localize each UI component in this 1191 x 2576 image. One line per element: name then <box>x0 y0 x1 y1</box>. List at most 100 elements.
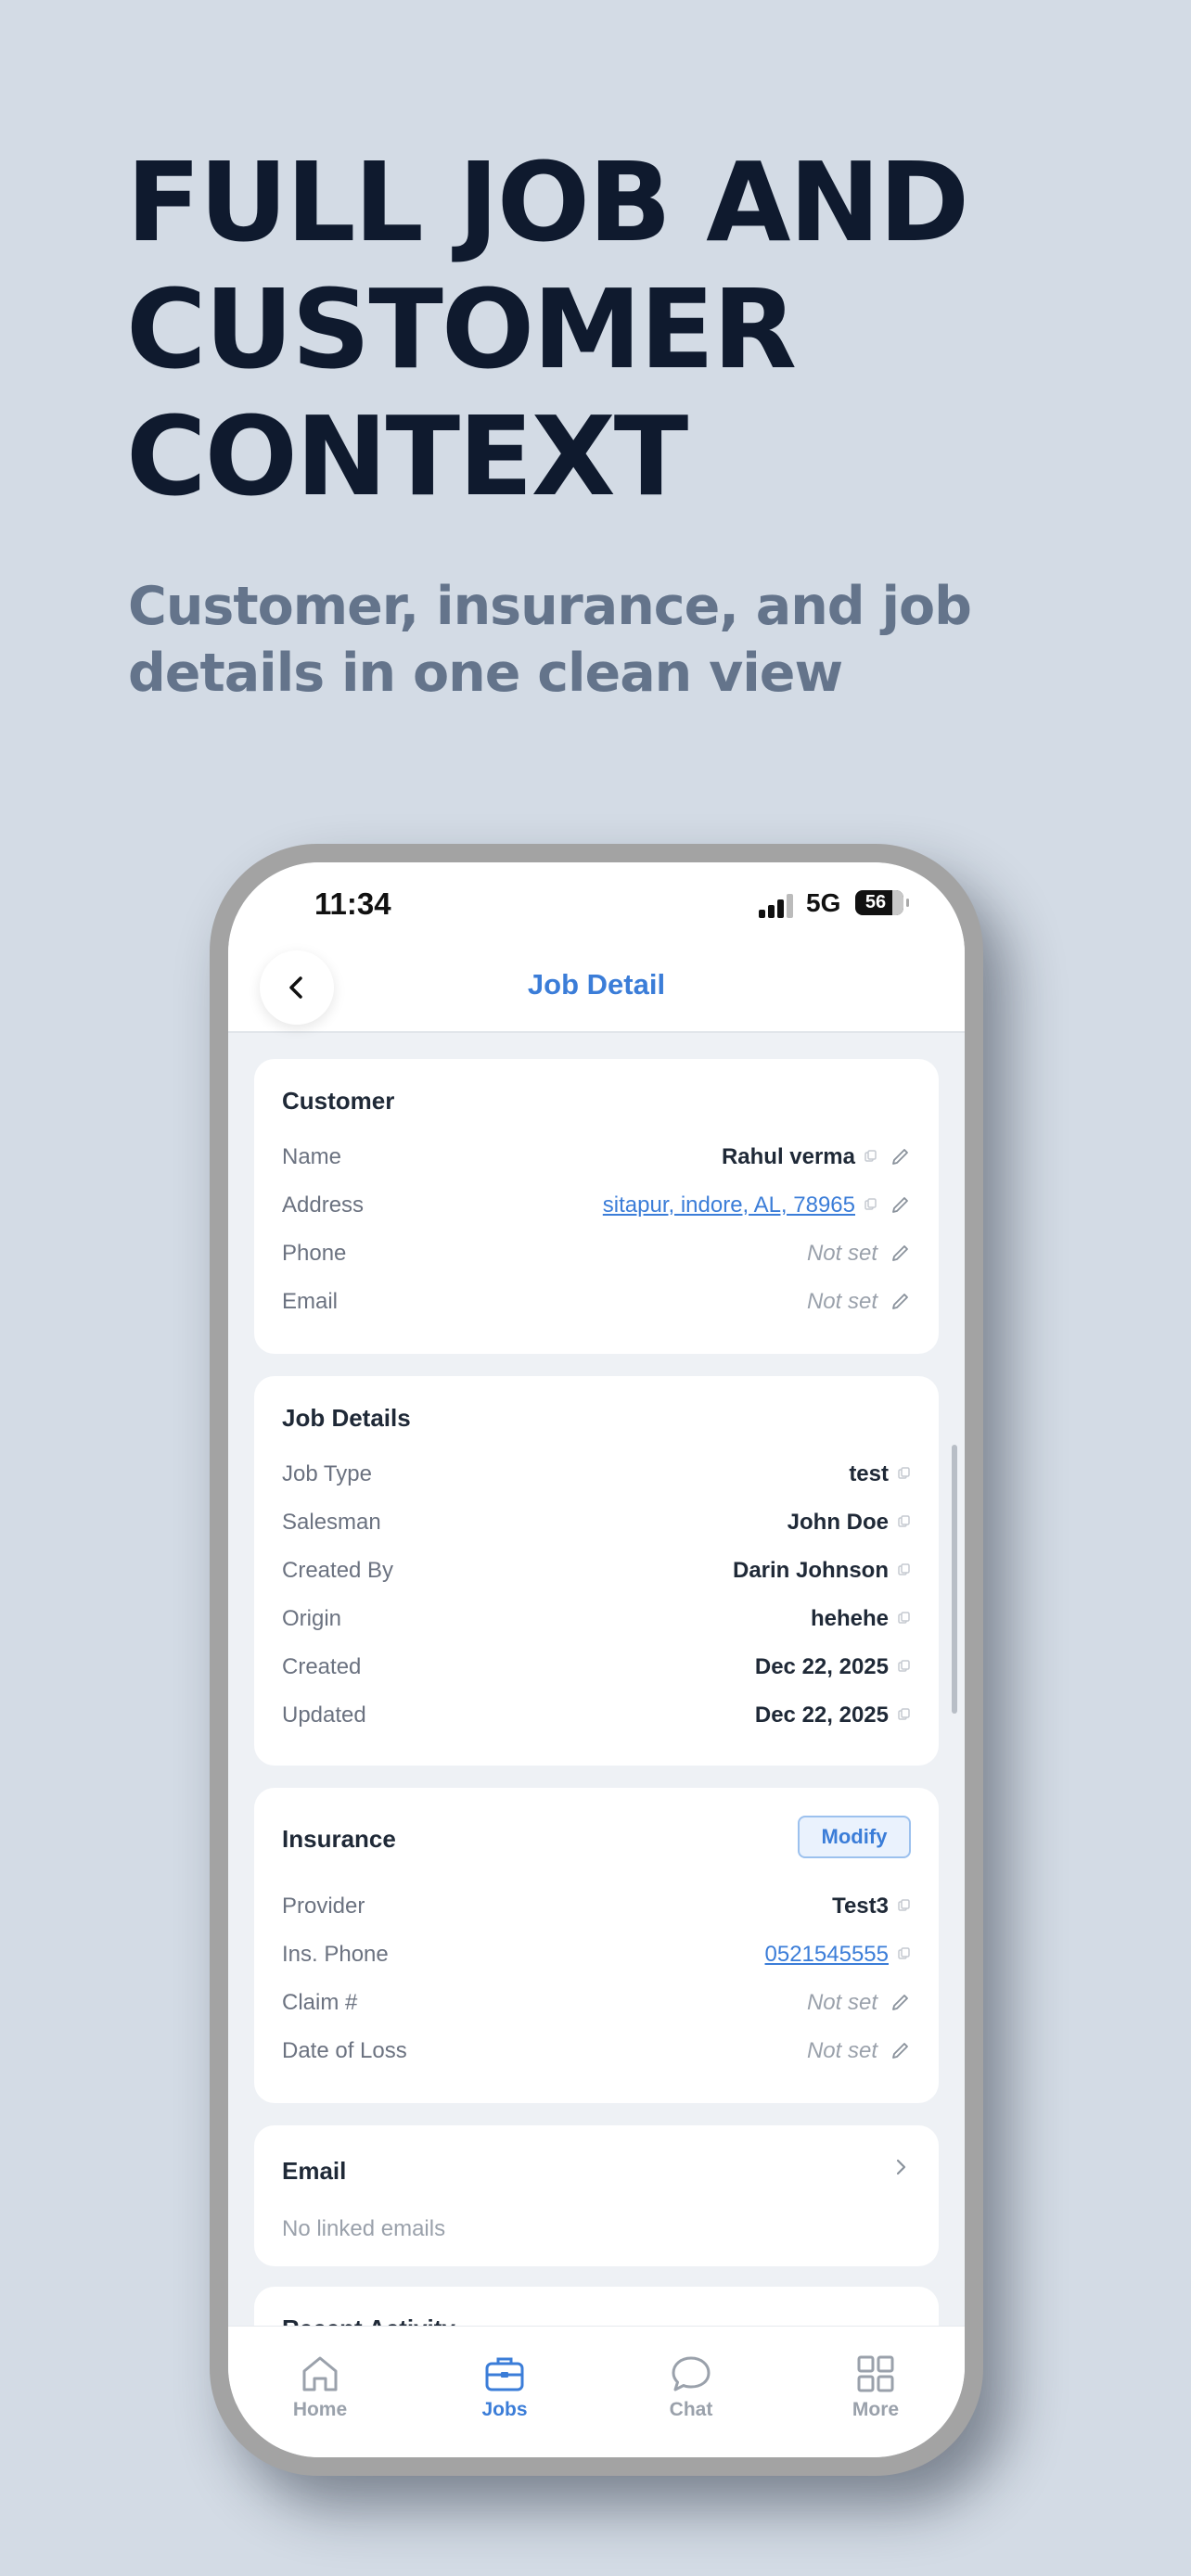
job-row-type: Job Type test <box>282 1456 911 1493</box>
card-title: Email <box>282 2157 347 2185</box>
nav-bar: Job Detail <box>228 946 965 1033</box>
chevron-right-icon <box>896 2159 906 2175</box>
phone-screen: 11:34 5G 56 Job Detail Customer Name Rah… <box>228 862 965 2457</box>
insurance-phone-link[interactable]: 0521545555 <box>765 1942 889 1968</box>
copy-icon[interactable] <box>864 1198 877 1211</box>
row-label: Provider <box>282 1894 365 1919</box>
subhead-line: Customer, insurance, and job <box>128 576 972 637</box>
job-row-created-by: Created By Darin Johnson <box>282 1552 911 1589</box>
card-title: Job Details <box>282 1404 411 1432</box>
grid-icon <box>857 2355 894 2392</box>
row-label: Origin <box>282 1606 342 1631</box>
scrollbar[interactable] <box>952 1445 957 1714</box>
row-value: Darin Johnson <box>732 1558 889 1583</box>
copy-icon[interactable] <box>864 1150 877 1163</box>
job-row-origin: Origin hehehe <box>282 1600 911 1638</box>
copy-icon[interactable] <box>898 1660 911 1673</box>
row-label: Ins. Phone <box>282 1942 389 1967</box>
address-link[interactable]: sitapur, indore, AL, 78965 <box>603 1192 855 1218</box>
row-label: Phone <box>282 1241 347 1266</box>
marketing-headline: FULL JOB AND CUSTOMER CONTEXT <box>126 139 1146 520</box>
phone-frame: 11:34 5G 56 Job Detail Customer Name Rah… <box>210 844 983 2476</box>
insurance-row-provider: Provider Test3 <box>282 1888 911 1925</box>
row-value: Dec 22, 2025 <box>754 1702 889 1728</box>
tab-label: Chat <box>669 2399 713 2420</box>
row-label: Updated <box>282 1702 366 1728</box>
network-type: 5G <box>806 888 841 917</box>
row-value: Not set <box>806 1990 877 2015</box>
empty-state-text: No linked emails <box>282 2216 446 2241</box>
row-label: Created By <box>282 1558 394 1583</box>
briefcase-icon <box>485 2357 524 2391</box>
email-card[interactable]: Email No linked emails <box>254 2125 939 2266</box>
tab-home[interactable]: Home <box>264 2353 376 2421</box>
copy-icon[interactable] <box>898 1708 911 1721</box>
status-time: 11:34 <box>314 886 391 921</box>
tab-chat[interactable]: Chat <box>635 2353 747 2421</box>
copy-icon[interactable] <box>898 1612 911 1625</box>
home-icon <box>302 2356 338 2391</box>
insurance-row-claim: Claim # Not set <box>282 1984 911 2021</box>
row-value: Test3 <box>832 1894 889 1919</box>
copy-icon[interactable] <box>898 1947 911 1960</box>
row-value: hehehe <box>810 1606 889 1631</box>
row-label: Address <box>282 1192 365 1218</box>
row-value: Rahul verma <box>721 1144 855 1169</box>
job-details-card: Job Details Job Type test Salesman John … <box>254 1376 939 1766</box>
tab-jobs[interactable]: Jobs <box>449 2353 560 2421</box>
status-bar: 11:34 5G 56 <box>228 862 965 946</box>
headline-line: CONTEXT <box>126 392 688 520</box>
page-title: Job Detail <box>527 968 666 1001</box>
card-title: Insurance <box>282 1825 396 1853</box>
row-label: Email <box>282 1289 339 1314</box>
row-label: Claim # <box>282 1990 358 2015</box>
job-row-salesman: Salesman John Doe <box>282 1504 911 1541</box>
tab-label: More <box>852 2399 900 2420</box>
battery-icon: 56 <box>855 890 909 915</box>
row-label: Name <box>282 1144 342 1169</box>
modify-button[interactable]: Modify <box>798 1816 911 1858</box>
pencil-icon[interactable] <box>890 2040 911 2060</box>
marketing-subhead: Customer, insurance, and job details in … <box>128 573 1102 707</box>
row-value: John Doe <box>787 1510 889 1535</box>
row-value: Dec 22, 2025 <box>754 1654 889 1679</box>
customer-row-email: Email Not set <box>282 1283 911 1320</box>
customer-row-address: Address sitapur, indore, AL, 78965 <box>282 1187 911 1224</box>
pencil-icon[interactable] <box>890 1243 911 1263</box>
insurance-row-phone: Ins. Phone 0521545555 <box>282 1936 911 1973</box>
insurance-row-date-of-loss: Date of Loss Not set <box>282 2033 911 2070</box>
copy-icon[interactable] <box>898 1467 911 1480</box>
pencil-icon[interactable] <box>890 1146 911 1167</box>
tab-more[interactable]: More <box>820 2353 931 2421</box>
copy-icon[interactable] <box>898 1563 911 1576</box>
subhead-line: details in one clean view <box>128 643 843 704</box>
headline-line: FULL JOB AND <box>126 138 969 266</box>
copy-icon[interactable] <box>898 1899 911 1912</box>
row-value: Not set <box>806 2038 877 2063</box>
pencil-icon[interactable] <box>890 1194 911 1215</box>
insurance-card: Insurance Modify Provider Test3 Ins. Pho… <box>254 1788 939 2103</box>
headline-line: CUSTOMER <box>126 265 797 393</box>
job-row-created: Created Dec 22, 2025 <box>282 1649 911 1686</box>
chat-bubble-icon <box>672 2356 711 2391</box>
tab-label: Home <box>292 2399 348 2420</box>
job-row-updated: Updated Dec 22, 2025 <box>282 1697 911 1734</box>
row-value: Not set <box>806 1241 877 1266</box>
row-label: Created <box>282 1654 362 1679</box>
row-label: Job Type <box>282 1461 372 1486</box>
customer-card: Customer Name Rahul verma Address sitapu… <box>254 1059 939 1354</box>
tab-label: Jobs <box>481 2399 528 2420</box>
signal-icon <box>759 894 796 918</box>
customer-row-phone: Phone Not set <box>282 1235 911 1272</box>
row-label: Salesman <box>282 1510 381 1535</box>
copy-icon[interactable] <box>898 1515 911 1528</box>
pencil-icon[interactable] <box>890 1291 911 1311</box>
pencil-icon[interactable] <box>890 1992 911 2012</box>
battery-level: 56 <box>864 892 887 912</box>
tab-bar: Home Jobs Chat More <box>228 2326 965 2457</box>
row-value: test <box>849 1461 889 1486</box>
row-value: Not set <box>806 1289 877 1314</box>
row-label: Date of Loss <box>282 2038 407 2063</box>
card-title: Customer <box>282 1087 395 1115</box>
customer-row-name: Name Rahul verma <box>282 1139 911 1176</box>
